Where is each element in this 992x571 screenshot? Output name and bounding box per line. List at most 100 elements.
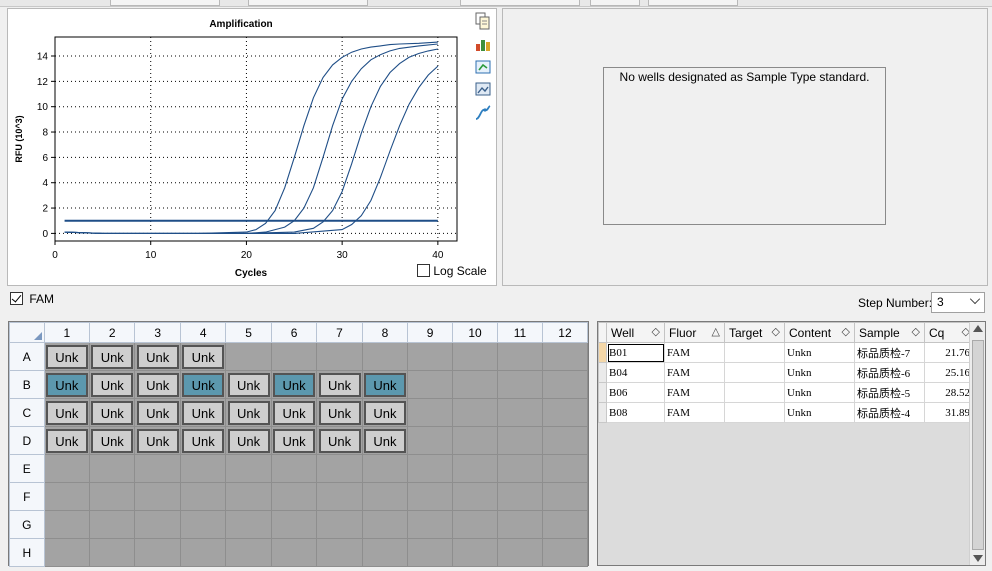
plate-well[interactable] xyxy=(316,482,363,511)
well-content-B7[interactable]: Unk xyxy=(318,372,361,397)
plate-well[interactable] xyxy=(541,342,589,371)
grid-cell[interactable]: 标品质检-4 xyxy=(854,402,925,423)
well-content-D5[interactable]: Unk xyxy=(227,428,270,453)
plate-well[interactable] xyxy=(452,482,499,511)
plate-well[interactable]: Unk xyxy=(43,370,91,399)
row-selector[interactable] xyxy=(598,362,607,383)
grid-cell[interactable]: B04 xyxy=(606,362,665,383)
scroll-down-icon[interactable] xyxy=(973,555,983,562)
plate-well[interactable]: Unk xyxy=(225,398,272,427)
plate-well[interactable] xyxy=(452,426,499,455)
plate-well[interactable] xyxy=(316,510,363,539)
plate-column-header[interactable]: 1 xyxy=(43,322,91,343)
well-content-C8[interactable]: Unk xyxy=(363,400,406,425)
plate-well[interactable]: Unk xyxy=(179,342,227,371)
well-content-B6[interactable]: Unk xyxy=(273,372,316,397)
sort-icon[interactable]: ◇ xyxy=(652,325,660,338)
plate-well[interactable]: Unk xyxy=(134,398,181,427)
grid-cell[interactable]: B06 xyxy=(606,382,665,403)
plate-well[interactable] xyxy=(316,538,363,567)
plate-well[interactable] xyxy=(541,510,589,539)
plate-well[interactable] xyxy=(270,454,318,483)
plate-well[interactable]: Unk xyxy=(316,398,363,427)
plate-well[interactable]: Unk xyxy=(179,370,227,399)
well-content-A3[interactable]: Unk xyxy=(136,344,179,369)
plate-well[interactable] xyxy=(270,538,318,567)
plate-row-header[interactable]: A xyxy=(9,342,45,371)
export-chart-icon[interactable] xyxy=(474,58,492,76)
well-content-B1[interactable]: Unk xyxy=(45,372,88,397)
plate-well[interactable] xyxy=(407,538,454,567)
plate-well[interactable]: Unk xyxy=(270,426,318,455)
plate-well[interactable] xyxy=(316,342,363,371)
plate-well[interactable] xyxy=(497,398,543,427)
plate-row-header[interactable]: C xyxy=(9,398,45,427)
plate-well[interactable]: Unk xyxy=(270,370,318,399)
curve-fit-icon[interactable] xyxy=(474,104,492,122)
plate-well[interactable]: Unk xyxy=(134,426,181,455)
grid-cell[interactable]: Unkn xyxy=(784,382,855,403)
fam-checkbox[interactable] xyxy=(10,292,23,305)
plate-column-header[interactable]: 8 xyxy=(361,322,409,343)
well-content-C1[interactable]: Unk xyxy=(45,400,88,425)
well-content-D3[interactable]: Unk xyxy=(136,428,179,453)
sort-icon[interactable]: ◇ xyxy=(842,325,850,338)
grid-cell[interactable]: FAM xyxy=(664,342,725,363)
plate-well[interactable] xyxy=(179,454,227,483)
well-content-C3[interactable]: Unk xyxy=(136,400,179,425)
sort-icon[interactable]: △ xyxy=(712,325,720,338)
plate-well[interactable] xyxy=(89,510,136,539)
grid-cell[interactable]: 31.89 xyxy=(924,402,975,423)
plate-well[interactable] xyxy=(407,342,454,371)
step-number-select[interactable]: 3 xyxy=(931,292,985,313)
plate-column-header[interactable]: 5 xyxy=(225,322,272,343)
grid-cell[interactable]: 28.52 xyxy=(924,382,975,403)
plate-well[interactable] xyxy=(541,482,589,511)
plate-well[interactable]: Unk xyxy=(89,398,136,427)
column-header-well[interactable]: Well ◇ xyxy=(606,322,665,343)
plate-well[interactable]: Unk xyxy=(43,426,91,455)
grid-cell[interactable]: 25.16 xyxy=(924,362,975,383)
plate-well[interactable] xyxy=(452,510,499,539)
tab-stub[interactable] xyxy=(648,0,738,6)
plate-well[interactable] xyxy=(361,510,409,539)
plate-well[interactable] xyxy=(43,510,91,539)
grid-cell[interactable] xyxy=(724,382,785,403)
log-scale-toggle[interactable]: Log Scale xyxy=(417,264,487,278)
well-content-D8[interactable]: Unk xyxy=(363,428,406,453)
plate-column-header[interactable]: 11 xyxy=(497,322,543,343)
plate-well[interactable] xyxy=(452,538,499,567)
plate-well[interactable] xyxy=(134,454,181,483)
row-selector[interactable] xyxy=(598,342,607,363)
plate-well[interactable] xyxy=(497,370,543,399)
well-content-B3[interactable]: Unk xyxy=(136,372,179,397)
plate-well[interactable] xyxy=(316,454,363,483)
plate-well[interactable] xyxy=(497,510,543,539)
grid-cell[interactable]: Unkn xyxy=(784,402,855,423)
plate-well[interactable] xyxy=(497,454,543,483)
sort-icon[interactable]: ◇ xyxy=(772,325,780,338)
plate-row-header[interactable]: G xyxy=(9,510,45,539)
plate-well[interactable] xyxy=(452,342,499,371)
grid-cell[interactable] xyxy=(724,402,785,423)
plate-well[interactable] xyxy=(225,510,272,539)
plate-row-header[interactable]: F xyxy=(9,482,45,511)
well-content-B4[interactable]: Unk xyxy=(182,372,225,397)
grid-cell[interactable]: FAM xyxy=(664,402,725,423)
plate-well[interactable] xyxy=(541,538,589,567)
plate-column-header[interactable]: 7 xyxy=(316,322,363,343)
plate-well[interactable] xyxy=(497,538,543,567)
vertical-scrollbar[interactable] xyxy=(969,322,985,565)
plate-well[interactable] xyxy=(43,454,91,483)
plate-corner[interactable] xyxy=(9,322,45,343)
row-selector[interactable] xyxy=(598,382,607,403)
plate-well[interactable]: Unk xyxy=(225,426,272,455)
tab-stub[interactable] xyxy=(248,0,368,6)
plate-well[interactable]: Unk xyxy=(225,370,272,399)
plate-well[interactable] xyxy=(452,454,499,483)
plate-well[interactable] xyxy=(361,342,409,371)
grid-cell[interactable]: 标品质检-7 xyxy=(854,342,925,363)
plate-row-header[interactable]: B xyxy=(9,370,45,399)
plate-well[interactable]: Unk xyxy=(361,398,409,427)
save-image-icon[interactable] xyxy=(474,80,492,98)
